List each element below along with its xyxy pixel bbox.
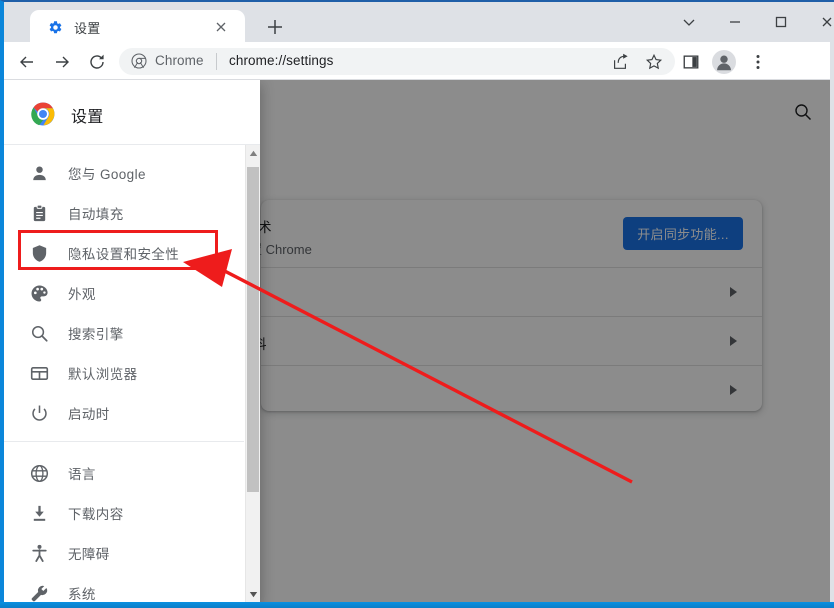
page-viewport: 能技术 化设置 Chrome 开启同步功能... 料 xyxy=(4,80,830,602)
sidebar-item-label: 自动填充 xyxy=(68,207,124,222)
sidebar-item-label: 无障碍 xyxy=(68,547,110,562)
sidebar-item-languages[interactable]: 语言 xyxy=(4,453,244,493)
person-icon xyxy=(28,162,50,184)
reload-button[interactable] xyxy=(86,51,108,73)
browser-window: 设置 Chrome chrome://settings 化设置 Chrome 开… xyxy=(0,0,834,608)
sidebar-item-accessibility[interactable]: 无障碍 xyxy=(4,533,244,573)
maximize-button[interactable] xyxy=(758,6,804,38)
drawer-header: 设置 xyxy=(4,80,260,144)
sidebar-item-label: 下载内容 xyxy=(68,507,124,522)
sidebar-item-on-startup[interactable]: 启动时 xyxy=(4,393,244,433)
sidebar-item-label: 搜索引擎 xyxy=(68,327,124,342)
sidebar-item-you-and-google[interactable]: 您与 Google xyxy=(4,153,244,193)
drawer-scrollbar[interactable] xyxy=(245,145,260,602)
sidebar-item-label: 语言 xyxy=(68,467,96,482)
omnibox-scheme-label: Chrome xyxy=(155,53,204,68)
annotation-highlight-box xyxy=(18,230,218,270)
sidebar-item-label: 启动时 xyxy=(68,407,110,422)
download-icon xyxy=(28,502,50,524)
sidebar-item-label: 外观 xyxy=(68,287,96,302)
close-window-button[interactable] xyxy=(804,6,834,38)
tab-search-button[interactable] xyxy=(666,6,712,38)
tab-title: 设置 xyxy=(74,21,101,36)
sidebar-item-search-engine[interactable]: 搜索引擎 xyxy=(4,313,244,353)
side-panel-icon[interactable] xyxy=(679,50,703,74)
drawer-menu: 您与 Google 自动填充 隐私设置和安全性 外观 搜索引擎 默认浏览器 启动… xyxy=(4,145,244,602)
sidebar-item-downloads[interactable]: 下载内容 xyxy=(4,493,244,533)
sidebar-item-default-browser[interactable]: 默认浏览器 xyxy=(4,353,244,393)
sidebar-item-label: 默认浏览器 xyxy=(68,367,138,382)
sidebar-item-system[interactable]: 系统 xyxy=(4,573,244,602)
chrome-logo-icon xyxy=(131,53,147,69)
profile-avatar-icon[interactable] xyxy=(712,50,736,74)
scroll-up-arrow-icon[interactable] xyxy=(246,145,260,161)
settings-gear-icon xyxy=(48,20,63,35)
minimize-button[interactable] xyxy=(712,6,758,38)
address-bar[interactable]: Chrome chrome://settings xyxy=(119,48,675,75)
sidebar-item-autofill[interactable]: 自动填充 xyxy=(4,193,244,233)
browser-window-icon xyxy=(28,362,50,384)
chrome-logo-icon xyxy=(31,102,55,126)
scroll-down-arrow-icon[interactable] xyxy=(246,586,260,602)
sidebar-item-label: 系统 xyxy=(68,587,96,602)
accessibility-icon xyxy=(28,542,50,564)
power-icon xyxy=(28,402,50,424)
scrollbar-thumb[interactable] xyxy=(247,167,259,492)
globe-icon xyxy=(28,462,50,484)
close-icon[interactable] xyxy=(213,19,229,35)
sidebar-item-appearance[interactable]: 外观 xyxy=(4,273,244,313)
browser-tab-settings[interactable]: 设置 xyxy=(30,10,245,44)
new-tab-button[interactable] xyxy=(264,16,286,38)
menu-group-divider xyxy=(4,441,244,442)
omnibox-url-text: chrome://settings xyxy=(229,53,334,68)
tab-strip: 设置 xyxy=(4,2,832,44)
back-button[interactable] xyxy=(16,51,38,73)
palette-icon xyxy=(28,282,50,304)
more-menu-icon[interactable] xyxy=(746,50,770,74)
browser-toolbar: Chrome chrome://settings xyxy=(4,42,830,80)
omnibox-separator xyxy=(216,53,217,70)
sidebar-item-label: 您与 Google xyxy=(68,167,146,182)
forward-button[interactable] xyxy=(51,51,73,73)
share-icon[interactable] xyxy=(608,50,632,74)
taskbar-strip xyxy=(0,602,834,608)
search-icon xyxy=(28,322,50,344)
bookmark-star-icon[interactable] xyxy=(642,50,666,74)
settings-drawer: 设置 您与 Google 自动填充 隐私设置和安全性 外观 搜索引擎 默认浏览器… xyxy=(4,80,260,602)
wrench-icon xyxy=(28,582,50,602)
clipboard-icon xyxy=(28,202,50,224)
drawer-title: 设置 xyxy=(71,109,104,126)
